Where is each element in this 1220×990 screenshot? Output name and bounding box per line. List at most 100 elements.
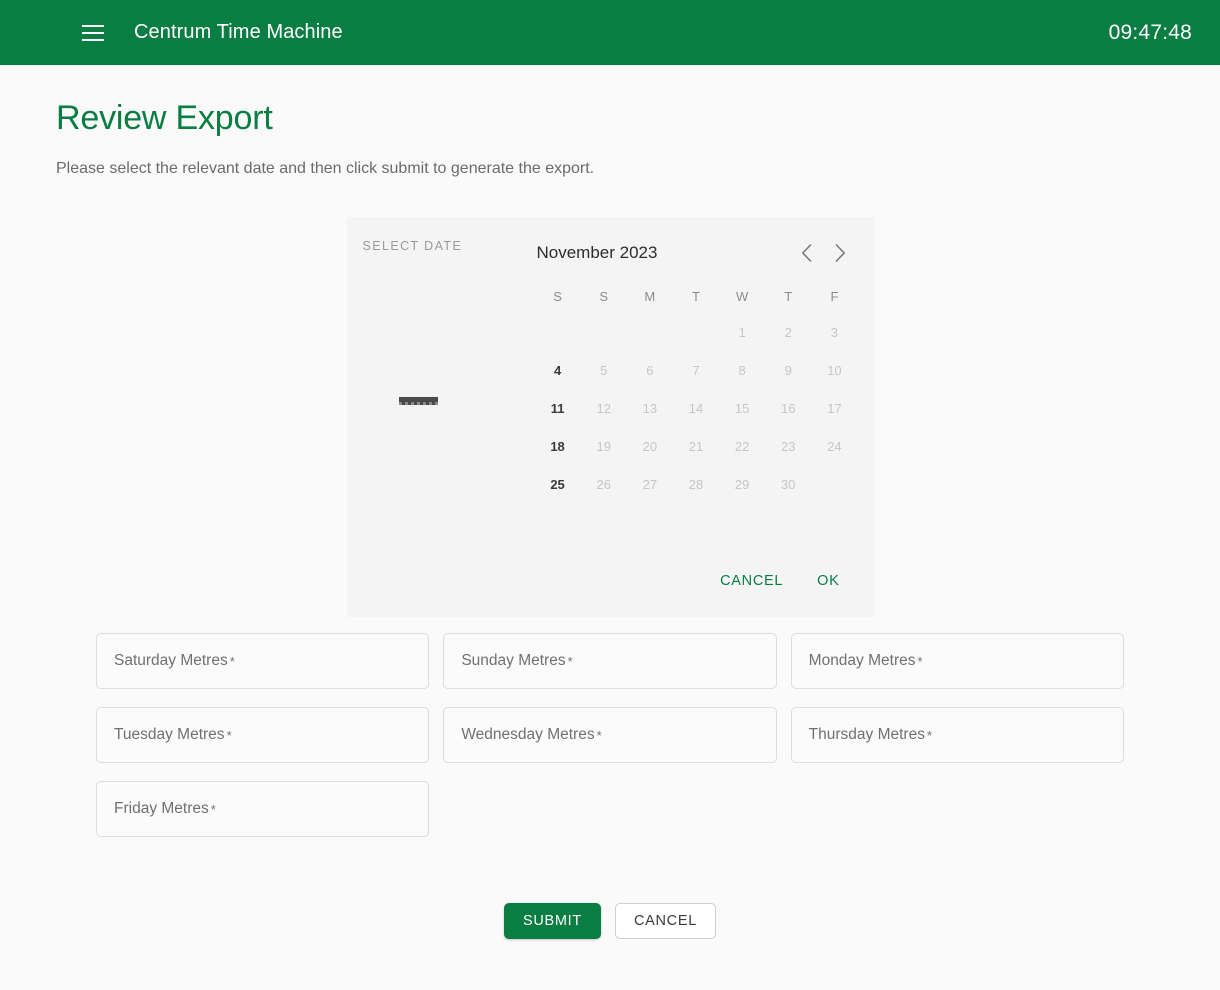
required-asterisk: * xyxy=(917,653,923,669)
calendar-day-cell[interactable]: 25 xyxy=(535,465,581,503)
field-label: Monday Metres xyxy=(808,652,916,669)
calendar-day-cell[interactable]: 11 xyxy=(535,389,581,427)
calendar-day-cell: 21 xyxy=(688,438,704,454)
cancel-button[interactable]: CANCEL xyxy=(614,903,716,939)
calendar-day-cell: 19 xyxy=(596,438,611,454)
calendar-days: 1 2 3 4 5 6 7 8 9 10 11 12 13 14 15 16 17 18 19 20 21 22 23 24 2… xyxy=(535,313,858,503)
form-actions: SUBMIT CANCEL xyxy=(56,903,1164,939)
field-saturday-metres[interactable]: Saturday Metres * xyxy=(96,633,430,689)
calendar-day-cell: 3 xyxy=(830,324,839,340)
hamburger-line xyxy=(82,31,104,34)
calendar-day-cell: 28 xyxy=(688,476,704,492)
required-asterisk: * xyxy=(226,727,232,743)
datepicker-ok-button[interactable]: OK xyxy=(809,565,847,597)
field-friday-metres[interactable]: Friday Metres * xyxy=(96,781,430,837)
calendar-day-cell: 16 xyxy=(781,400,796,416)
calendar-week-row: 11 12 13 14 15 16 17 xyxy=(535,389,858,427)
calendar-weekday: T xyxy=(784,288,793,304)
required-asterisk: * xyxy=(596,727,602,743)
calendar-day-cell: 23 xyxy=(781,438,796,454)
calendar-day-cell: 20 xyxy=(642,438,658,454)
calendar-week-row: 1 2 3 xyxy=(535,313,858,351)
calendar-day-cell: 30 xyxy=(781,476,796,492)
calendar-week-row: 4 5 6 7 8 9 10 xyxy=(535,351,858,389)
page-title: Review Export xyxy=(56,99,273,137)
calendar-day-cell: 2 xyxy=(784,324,792,340)
calendar-day-cell[interactable]: 18 xyxy=(535,427,581,465)
datepicker-cancel-button[interactable]: CANCEL xyxy=(712,565,791,597)
calendar-weekday-row: SSMTWTF xyxy=(535,279,858,313)
calendar-day-empty xyxy=(535,313,581,351)
datepicker-wrapper: SELECT DATE November 2023 S S M T W T F … xyxy=(56,217,1164,617)
calendar-day-cell: 29 xyxy=(734,476,750,492)
calendar-day-empty xyxy=(673,313,719,351)
calendar-day-empty xyxy=(627,313,673,351)
calendar-weekday: M xyxy=(644,288,656,304)
calendar-day-cell: 27 xyxy=(642,476,658,492)
datepicker-sidebar: SELECT DATE xyxy=(347,217,535,405)
field-label: Friday Metres xyxy=(114,800,209,817)
field-label: Saturday Metres xyxy=(114,652,228,669)
calendar-weekday: S xyxy=(599,288,609,304)
app-header-left: Centrum Time Machine xyxy=(0,8,343,58)
calendar-day-cell: 12 xyxy=(596,400,611,416)
datepicker-actions: CANCEL OK xyxy=(347,565,874,617)
field-label: Thursday Metres xyxy=(808,726,925,743)
calendar-header: November 2023 xyxy=(535,231,858,275)
calendar-day-cell: 5 xyxy=(600,362,608,378)
field-monday-metres[interactable]: Monday Metres * xyxy=(790,633,1124,689)
chevron-right-icon[interactable] xyxy=(824,236,858,270)
page-subtitle: Please select the relevant date and then… xyxy=(56,160,595,177)
calendar-weekday: W xyxy=(735,288,749,304)
calendar-day-cell[interactable]: 4 xyxy=(535,351,581,389)
calendar-grid: SSMTWTF 1 2 3 4 5 6 7 8 9 10 11 12 13 14 15 16 17 18 19 20 2… xyxy=(535,279,858,503)
required-asterisk: * xyxy=(210,801,216,817)
clock-display: 09:47:48 xyxy=(1108,20,1192,44)
datepicker-panel: SELECT DATE November 2023 S S M T W T F … xyxy=(346,217,874,617)
field-tuesday-metres[interactable]: Tuesday Metres * xyxy=(96,707,430,763)
calendar-week-row: 25 26 27 28 29 30 xyxy=(535,465,858,503)
calendar-day-cell: 6 xyxy=(646,362,654,378)
app-title: Centrum Time Machine xyxy=(134,21,343,43)
calendar-day-empty xyxy=(811,465,857,503)
calendar-day-cell: 9 xyxy=(784,362,792,378)
required-asterisk: * xyxy=(926,727,933,743)
metres-form: Saturday Metres * Sunday Metres * Monday Met… xyxy=(56,633,1164,837)
selected-date-placeholder xyxy=(398,397,438,405)
calendar-month-label: November 2023 xyxy=(536,243,658,262)
field-sunday-metres[interactable]: Sunday Metres * xyxy=(443,633,777,689)
field-label: Sunday Metres xyxy=(461,652,566,669)
calendar-day-cell: 17 xyxy=(827,400,842,416)
field-label: Wednesday Metres xyxy=(461,726,595,743)
page-content: Review Export Please select the relevant… xyxy=(0,99,1220,939)
calendar-day-cell: 1 xyxy=(738,324,746,340)
calendar-day-cell: 22 xyxy=(734,438,750,454)
calendar-day-cell: 24 xyxy=(827,438,842,454)
calendar-day-cell: 10 xyxy=(827,362,842,378)
calendar-day-cell: 13 xyxy=(642,400,658,416)
field-label: Tuesday Metres xyxy=(114,726,225,743)
hamburger-menu-icon[interactable] xyxy=(68,8,118,58)
calendar-weekday: F xyxy=(830,288,839,304)
calendar-day-cell: 14 xyxy=(688,400,704,416)
field-wednesday-metres[interactable]: Wednesday Metres * xyxy=(443,707,777,763)
calendar-weekday: T xyxy=(692,288,700,304)
field-thursday-metres[interactable]: Thursday Metres * xyxy=(790,707,1124,763)
app-header: Centrum Time Machine 09:47:48 xyxy=(0,0,1220,65)
datepicker-body: SELECT DATE November 2023 S S M T W T F … xyxy=(347,217,874,503)
calendar-day-cell: 15 xyxy=(734,400,750,416)
submit-button[interactable]: SUBMIT xyxy=(503,903,601,939)
calendar-weekday: S xyxy=(553,288,562,304)
calendar-day-cell: 26 xyxy=(596,476,611,492)
hamburger-line xyxy=(82,24,104,27)
calendar-day-empty xyxy=(581,313,627,351)
hamburger-line xyxy=(82,38,104,41)
required-asterisk: * xyxy=(567,653,573,669)
calendar-day-cell: 8 xyxy=(738,362,746,378)
calendar: November 2023 S S M T W T F 1 2 3 4 5 6 … xyxy=(535,217,874,503)
calendar-week-row: 18 19 20 21 22 23 24 xyxy=(535,427,858,465)
select-date-label: SELECT DATE xyxy=(362,239,463,253)
calendar-day-cell: 7 xyxy=(692,362,700,378)
chevron-left-icon[interactable] xyxy=(790,236,824,270)
required-asterisk: * xyxy=(229,653,235,669)
